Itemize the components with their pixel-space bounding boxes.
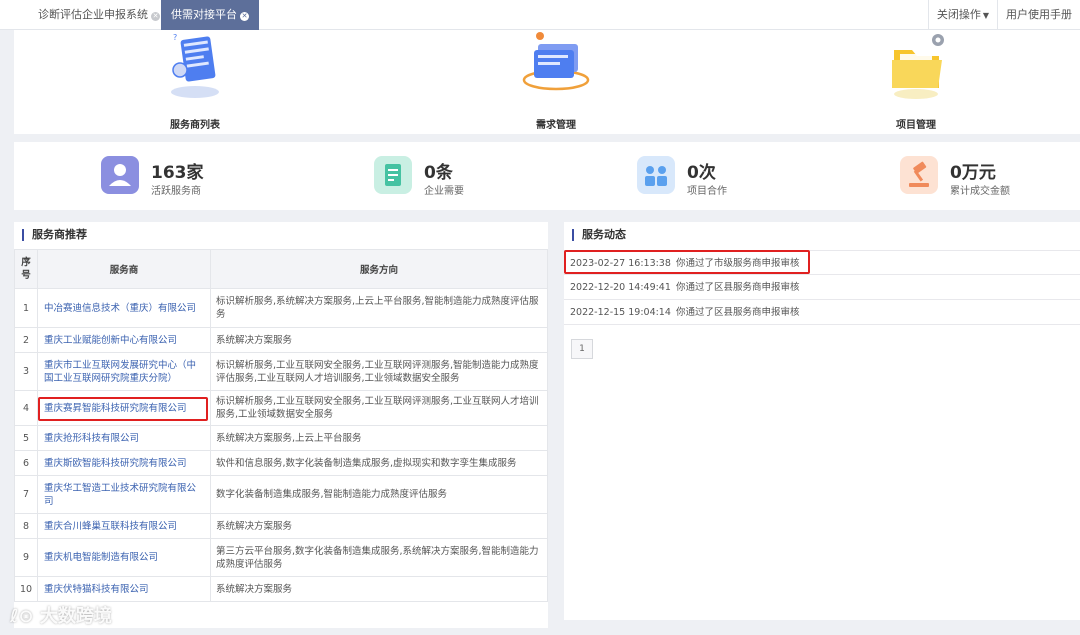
row-index: 10 (14, 576, 38, 602)
gavel-icon (900, 156, 938, 194)
row-index: 5 (14, 425, 38, 451)
watermark-text: 大数跨境 (39, 606, 112, 627)
company-link[interactable]: 重庆赛昇智能科技研究院有限公司 (37, 390, 211, 426)
feed-item: 2022-12-15 19:04:14 你通过了区县服务商申报审核 (564, 300, 1080, 325)
company-link[interactable]: 重庆伏特猫科技有限公司 (37, 576, 211, 602)
service-direction: 标识解析服务,工业互联网安全服务,工业互联网评测服务,智能制造能力成熟度评估服务… (210, 352, 548, 391)
service-direction: 软件和信息服务,数字化装备制造集成服务,虚拟现实和数字孪生集成服务 (210, 450, 548, 476)
company-link[interactable]: 重庆合川蜂巢互联科技有限公司 (37, 513, 211, 539)
stat-value: 0次 (687, 163, 716, 183)
watermark: ℓ⊙ 大数跨境 (10, 602, 112, 628)
feature-panel: ? 服务商列表 需求管理 项目管理 (14, 30, 1080, 134)
feed-item: 2022-12-20 14:49:41 你通过了区县服务商申报审核 (564, 275, 1080, 300)
user-manual-label: 用户使用手册 (1006, 8, 1072, 21)
feature-provider-list[interactable]: ? 服务商列表 (115, 30, 275, 134)
watermark-logo-icon: ℓ⊙ (10, 606, 34, 627)
feature-label: 项目管理 (896, 120, 936, 131)
table-row: 9 重庆机电智能制造有限公司 第三方云平台服务,数字化装备制造集成服务,系统解决… (14, 538, 548, 577)
company-link[interactable]: 重庆工业赋能创新中心有限公司 (37, 327, 211, 353)
company-link[interactable]: 重庆华工智造工业技术研究院有限公司 (37, 475, 211, 514)
document-edit-icon (374, 156, 412, 194)
company-link[interactable]: 重庆抢形科技有限公司 (37, 425, 211, 451)
stat-value: 0条 (424, 163, 453, 183)
row-index: 4 (14, 390, 38, 426)
table-row: 1 中冶赛迪信息技术（重庆）有限公司 标识解析服务,系统解决方案服务,上云上平台… (14, 288, 548, 328)
stat-label: 活跃服务商 (151, 186, 201, 197)
feature-project-management[interactable]: 项目管理 (836, 30, 996, 134)
chevron-down-icon: ▼ (982, 11, 989, 20)
feed-time: 2023-02-27 16:13:38 (570, 258, 671, 269)
tab-label: 供需对接平台 (171, 8, 237, 21)
company-link[interactable]: 重庆机电智能制造有限公司 (37, 538, 211, 577)
close-icon[interactable]: ✕ (151, 12, 160, 21)
feed-message: 你通过了区县服务商申报审核 (676, 282, 800, 293)
demand-management-icon (522, 32, 590, 91)
service-direction: 系统解决方案服务 (210, 576, 548, 602)
service-direction: 标识解析服务,工业互联网安全服务,工业互联网评测服务,工业互联网人才培训服务,工… (210, 390, 548, 426)
stat-value: 163家 (151, 163, 204, 183)
feed-item: 2023-02-27 16:13:38 你通过了市级服务商申报审核 (564, 250, 1080, 275)
people-icon (637, 156, 675, 194)
stat-label: 累计成交金额 (950, 186, 1010, 197)
feature-demand-management[interactable]: 需求管理 (476, 30, 636, 134)
table-row: 5 重庆抢形科技有限公司 系统解决方案服务,上云上平台服务 (14, 425, 548, 451)
stat-label: 项目合作 (687, 186, 727, 197)
service-direction: 第三方云平台服务,数字化装备制造集成服务,系统解决方案服务,智能制造能力成熟度评… (210, 538, 548, 577)
service-direction: 系统解决方案服务 (210, 513, 548, 539)
feed-time: 2022-12-15 19:04:14 (570, 307, 671, 318)
card-title: 服务动态 (572, 229, 626, 241)
row-index: 8 (14, 513, 38, 539)
tab-supply-demand-platform[interactable]: 供需对接平台 ✕ (161, 0, 259, 30)
table-row: 4 重庆赛昇智能科技研究院有限公司 标识解析服务,工业互联网安全服务,工业互联网… (14, 390, 548, 426)
provider-list-icon: ? (171, 33, 219, 98)
table-row: 7 重庆华工智造工业技术研究院有限公司 数字化装备制造集成服务,智能制造能力成熟… (14, 475, 548, 514)
service-direction: 标识解析服务,系统解决方案服务,上云上平台服务,智能制造能力成熟度评估服务 (210, 288, 548, 328)
svg-text:?: ? (173, 33, 177, 42)
feature-label: 服务商列表 (170, 120, 220, 131)
stats-panel: 163家 活跃服务商 0条 企业需要 0次 项目合作 0万元 累计成交金额 (14, 142, 1080, 210)
project-folder-icon (892, 34, 944, 99)
company-link[interactable]: 中冶赛迪信息技术（重庆）有限公司 (37, 288, 211, 328)
close-operations-label: 关闭操作 (936, 8, 981, 21)
tab-diagnosis-system[interactable]: 诊断评估企业申报系统 ✕ (28, 0, 170, 30)
col-header-company: 服务商 (37, 249, 211, 289)
card-title: 服务商推荐 (22, 229, 87, 241)
table-row: 8 重庆合川蜂巢互联科技有限公司 系统解决方案服务 (14, 513, 548, 539)
feature-label: 需求管理 (536, 120, 576, 131)
col-header-direction: 服务方向 (210, 249, 548, 289)
stat-value: 0万元 (950, 163, 996, 183)
table-row: 6 重庆斯欧智能科技研究院有限公司 软件和信息服务,数字化装备制造集成服务,虚拟… (14, 450, 548, 476)
row-index: 3 (14, 352, 38, 391)
provider-table: 序号 服务商 服务方向 1 中冶赛迪信息技术（重庆）有限公司 标识解析服务,系统… (14, 249, 548, 602)
company-link[interactable]: 重庆市工业互联网发展研究中心（中国工业互联网研究院重庆分院） (37, 352, 211, 391)
stat-label: 企业需要 (424, 186, 464, 197)
close-icon[interactable]: ✕ (240, 12, 249, 21)
feed-time: 2022-12-20 14:49:41 (570, 282, 671, 293)
row-index: 1 (14, 288, 38, 328)
tab-label: 诊断评估企业申报系统 (38, 8, 148, 21)
table-row: 2 重庆工业赋能创新中心有限公司 系统解决方案服务 (14, 327, 548, 353)
col-header-index: 序号 (14, 249, 38, 289)
feed-message: 你通过了市级服务商申报审核 (676, 258, 800, 269)
company-link[interactable]: 重庆斯欧智能科技研究院有限公司 (37, 450, 211, 476)
close-operations-dropdown[interactable]: 关闭操作 ▼ (927, 0, 997, 30)
service-feed-card: 服务动态 2023-02-27 16:13:38 你通过了市级服务商申报审核 2… (564, 222, 1080, 620)
feed-message: 你通过了区县服务商申报审核 (676, 307, 800, 318)
tab-bar: 诊断评估企业申报系统 ✕ 供需对接平台 ✕ 关闭操作 ▼ 用户使用手册 (0, 0, 1080, 30)
pagination-page-button[interactable]: 1 (571, 339, 593, 359)
service-direction: 数字化装备制造集成服务,智能制造能力成熟度评估服务 (210, 475, 548, 514)
provider-recommendations-card: 服务商推荐 序号 服务商 服务方向 1 中冶赛迪信息技术（重庆）有限公司 标识解… (14, 222, 548, 628)
row-index: 7 (14, 475, 38, 514)
row-index: 9 (14, 538, 38, 577)
user-icon (101, 156, 139, 194)
row-index: 6 (14, 450, 38, 476)
table-header-row: 序号 服务商 服务方向 (14, 249, 548, 289)
table-row: 3 重庆市工业互联网发展研究中心（中国工业互联网研究院重庆分院） 标识解析服务,… (14, 352, 548, 391)
row-index: 2 (14, 327, 38, 353)
user-manual-button[interactable]: 用户使用手册 (997, 0, 1080, 30)
service-direction: 系统解决方案服务,上云上平台服务 (210, 425, 548, 451)
service-direction: 系统解决方案服务 (210, 327, 548, 353)
table-row: 10 重庆伏特猫科技有限公司 系统解决方案服务 (14, 576, 548, 602)
